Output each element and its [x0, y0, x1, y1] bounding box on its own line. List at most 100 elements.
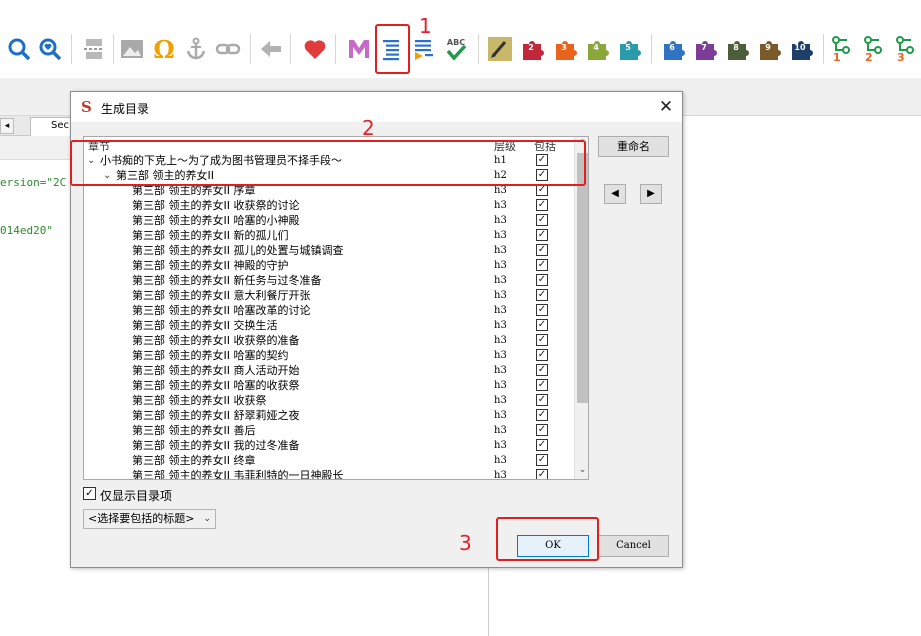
- include-checkbox[interactable]: ✓: [536, 469, 548, 479]
- anchor-icon[interactable]: [183, 36, 209, 62]
- edit-icon[interactable]: [487, 36, 513, 62]
- toc-row-label[interactable]: 第三部 领主的养女II 商人活动开始: [132, 363, 299, 378]
- heart-icon[interactable]: [302, 36, 328, 62]
- toc-row-level: h3: [494, 200, 507, 211]
- toc-row-label[interactable]: 第三部 领主的养女II 韦菲利特的一日神殿长: [132, 468, 343, 479]
- toc-row[interactable]: 第三部 领主的养女II 商人活动开始 h3 ✓: [84, 363, 574, 378]
- heading-select[interactable]: <选择要包括的标题> ⌄: [83, 509, 216, 529]
- toc-row-label[interactable]: 第三部 领主的养女II 新的孤儿们: [132, 228, 288, 243]
- tab-scroll-button[interactable]: ◂: [0, 118, 14, 134]
- toc-row[interactable]: 第三部 领主的养女II 哈塞的收获祭 h3 ✓: [84, 378, 574, 393]
- plugin-10-icon[interactable]: 10: [789, 37, 815, 61]
- toolbar-separator: [478, 34, 479, 64]
- plugin-6-icon[interactable]: 6: [661, 37, 687, 61]
- plugin-5-icon[interactable]: 5: [617, 37, 643, 61]
- include-checkbox[interactable]: ✓: [536, 289, 548, 301]
- toc-row[interactable]: 第三部 领主的养女II 意大利餐厅开张 h3 ✓: [84, 288, 574, 303]
- toc-row[interactable]: 第三部 领主的养女II 哈塞的小神殿 h3 ✓: [84, 213, 574, 228]
- include-checkbox[interactable]: ✓: [536, 424, 548, 436]
- move-left-button[interactable]: ◀: [604, 184, 626, 204]
- include-checkbox[interactable]: ✓: [536, 304, 548, 316]
- omega-icon[interactable]: Ω: [151, 36, 177, 62]
- toc-level-3-icon[interactable]: 3: [895, 36, 921, 64]
- toc-row-label[interactable]: 第三部 领主的养女II 收获祭的讨论: [132, 198, 299, 213]
- plugin-7-icon[interactable]: 7: [693, 37, 719, 61]
- include-checkbox[interactable]: ✓: [536, 379, 548, 391]
- toc-row-level: h3: [494, 245, 507, 256]
- m-logo-icon[interactable]: [346, 36, 372, 62]
- include-checkbox[interactable]: ✓: [536, 454, 548, 466]
- include-checkbox[interactable]: ✓: [536, 409, 548, 421]
- include-checkbox[interactable]: ✓: [536, 334, 548, 346]
- toc-row-label[interactable]: 第三部 领主的养女II 意大利餐厅开张: [132, 288, 310, 303]
- toc-row[interactable]: 第三部 领主的养女II 哈塞改革的讨论 h3 ✓: [84, 303, 574, 318]
- toc-row[interactable]: 第三部 领主的养女II 收获祭的准备 h3 ✓: [84, 333, 574, 348]
- toc-row[interactable]: 第三部 领主的养女II 新的孤儿们 h3 ✓: [84, 228, 574, 243]
- toc-row-label[interactable]: 第三部 领主的养女II 哈塞的收获祭: [132, 378, 299, 393]
- page-break-icon[interactable]: [81, 36, 107, 62]
- toc-row[interactable]: 第三部 领主的养女II 善后 h3 ✓: [84, 423, 574, 438]
- toc-row-label[interactable]: 第三部 领主的养女II 善后: [132, 423, 255, 438]
- scroll-thumb[interactable]: [577, 153, 588, 403]
- include-checkbox[interactable]: ✓: [536, 259, 548, 271]
- include-checkbox[interactable]: ✓: [536, 244, 548, 256]
- toc-row-label[interactable]: 第三部 领主的养女II 哈塞的小神殿: [132, 213, 299, 228]
- toc-row[interactable]: 第三部 领主的养女II 交换生活 h3 ✓: [84, 318, 574, 333]
- toc-row[interactable]: 第三部 领主的养女II 舒翠莉娅之夜 h3 ✓: [84, 408, 574, 423]
- toc-row[interactable]: 第三部 领主的养女II 我的过冬准备 h3 ✓: [84, 438, 574, 453]
- include-checkbox[interactable]: ✓: [536, 349, 548, 361]
- annotation-step-3: 3: [459, 531, 472, 555]
- toc-row-label[interactable]: 第三部 领主的养女II 孤儿的处置与城镇调查: [132, 243, 343, 258]
- plugin-3-icon[interactable]: 3: [553, 37, 579, 61]
- toc-row-label[interactable]: 第三部 领主的养女II 交换生活: [132, 318, 277, 333]
- toc-row-label[interactable]: 第三部 领主的养女II 我的过冬准备: [132, 438, 299, 453]
- toc-row[interactable]: 第三部 领主的养女II 哈塞的契约 h3 ✓: [84, 348, 574, 363]
- editor-tab[interactable]: Sec: [30, 117, 74, 136]
- toc-row[interactable]: 第三部 领主的养女II 终章 h3 ✓: [84, 453, 574, 468]
- plugin-2-icon[interactable]: 2: [520, 37, 546, 61]
- toc-row-label[interactable]: 第三部 领主的养女II 收获祭的准备: [132, 333, 299, 348]
- include-checkbox[interactable]: ✓: [536, 274, 548, 286]
- plugin-9-icon[interactable]: 9: [757, 37, 783, 61]
- toc-row-label[interactable]: 第三部 领主的养女II 哈塞改革的讨论: [132, 303, 310, 318]
- plugin-8-icon[interactable]: 8: [725, 37, 751, 61]
- toc-row-label[interactable]: 第三部 领主的养女II 新任务与过冬准备: [132, 273, 321, 288]
- toc-tree[interactable]: 章节 层级 包括 ⌄ 小书痴的下克上～为了成为图书管理员不择手段～ h1 ✓ ⌄ 第三部 …: [83, 136, 589, 480]
- toc-row-label[interactable]: 第三部 领主的养女II 神殿的守护: [132, 258, 288, 273]
- cancel-button[interactable]: Cancel: [598, 535, 669, 557]
- toc-level-2-icon[interactable]: 2: [863, 36, 891, 64]
- toc-row-label[interactable]: 第三部 领主的养女II 收获祭: [132, 393, 266, 408]
- toc-row-label[interactable]: 第三部 领主的养女II 终章: [132, 453, 255, 468]
- toc-add-icon[interactable]: [411, 36, 437, 62]
- toc-level-1-icon[interactable]: 1: [831, 36, 859, 64]
- toc-row[interactable]: 第三部 领主的养女II 收获祭的讨论 h3 ✓: [84, 198, 574, 213]
- include-checkbox[interactable]: ✓: [536, 229, 548, 241]
- include-checkbox[interactable]: ✓: [536, 319, 548, 331]
- include-checkbox[interactable]: ✓: [536, 199, 548, 211]
- toc-row[interactable]: 第三部 领主的养女II 收获祭 h3 ✓: [84, 393, 574, 408]
- link-icon[interactable]: [215, 36, 241, 62]
- move-right-button[interactable]: ▶: [640, 184, 662, 204]
- toc-row-label[interactable]: 第三部 领主的养女II 舒翠莉娅之夜: [132, 408, 299, 423]
- toc-row[interactable]: 第三部 领主的养女II 孤儿的处置与城镇调查 h3 ✓: [84, 243, 574, 258]
- image-icon[interactable]: [119, 36, 145, 62]
- magnify-heart-icon[interactable]: [37, 36, 63, 62]
- only-show-toc-checkbox[interactable]: ✓: [83, 487, 96, 500]
- arrow-left-icon[interactable]: [258, 36, 284, 62]
- annotation-box-top-levels: [70, 140, 586, 186]
- rename-button[interactable]: 重命名: [598, 136, 669, 157]
- include-checkbox[interactable]: ✓: [536, 439, 548, 451]
- tree-scrollbar[interactable]: ⌃ ⌄: [574, 137, 588, 479]
- spellcheck-icon[interactable]: ABC: [443, 36, 469, 62]
- toc-row[interactable]: 第三部 领主的养女II 神殿的守护 h3 ✓: [84, 258, 574, 273]
- include-checkbox[interactable]: ✓: [536, 364, 548, 376]
- include-checkbox[interactable]: ✓: [536, 214, 548, 226]
- toc-row[interactable]: 第三部 领主的养女II 韦菲利特的一日神殿长 h3 ✓: [84, 468, 574, 479]
- plugin-4-icon[interactable]: 4: [585, 37, 611, 61]
- close-icon[interactable]: ✕: [655, 96, 677, 118]
- toc-row[interactable]: 第三部 领主的养女II 新任务与过冬准备 h3 ✓: [84, 273, 574, 288]
- magnify-icon[interactable]: [6, 36, 32, 62]
- include-checkbox[interactable]: ✓: [536, 394, 548, 406]
- scroll-down-icon[interactable]: ⌄: [575, 463, 588, 477]
- toc-row-label[interactable]: 第三部 领主的养女II 哈塞的契约: [132, 348, 288, 363]
